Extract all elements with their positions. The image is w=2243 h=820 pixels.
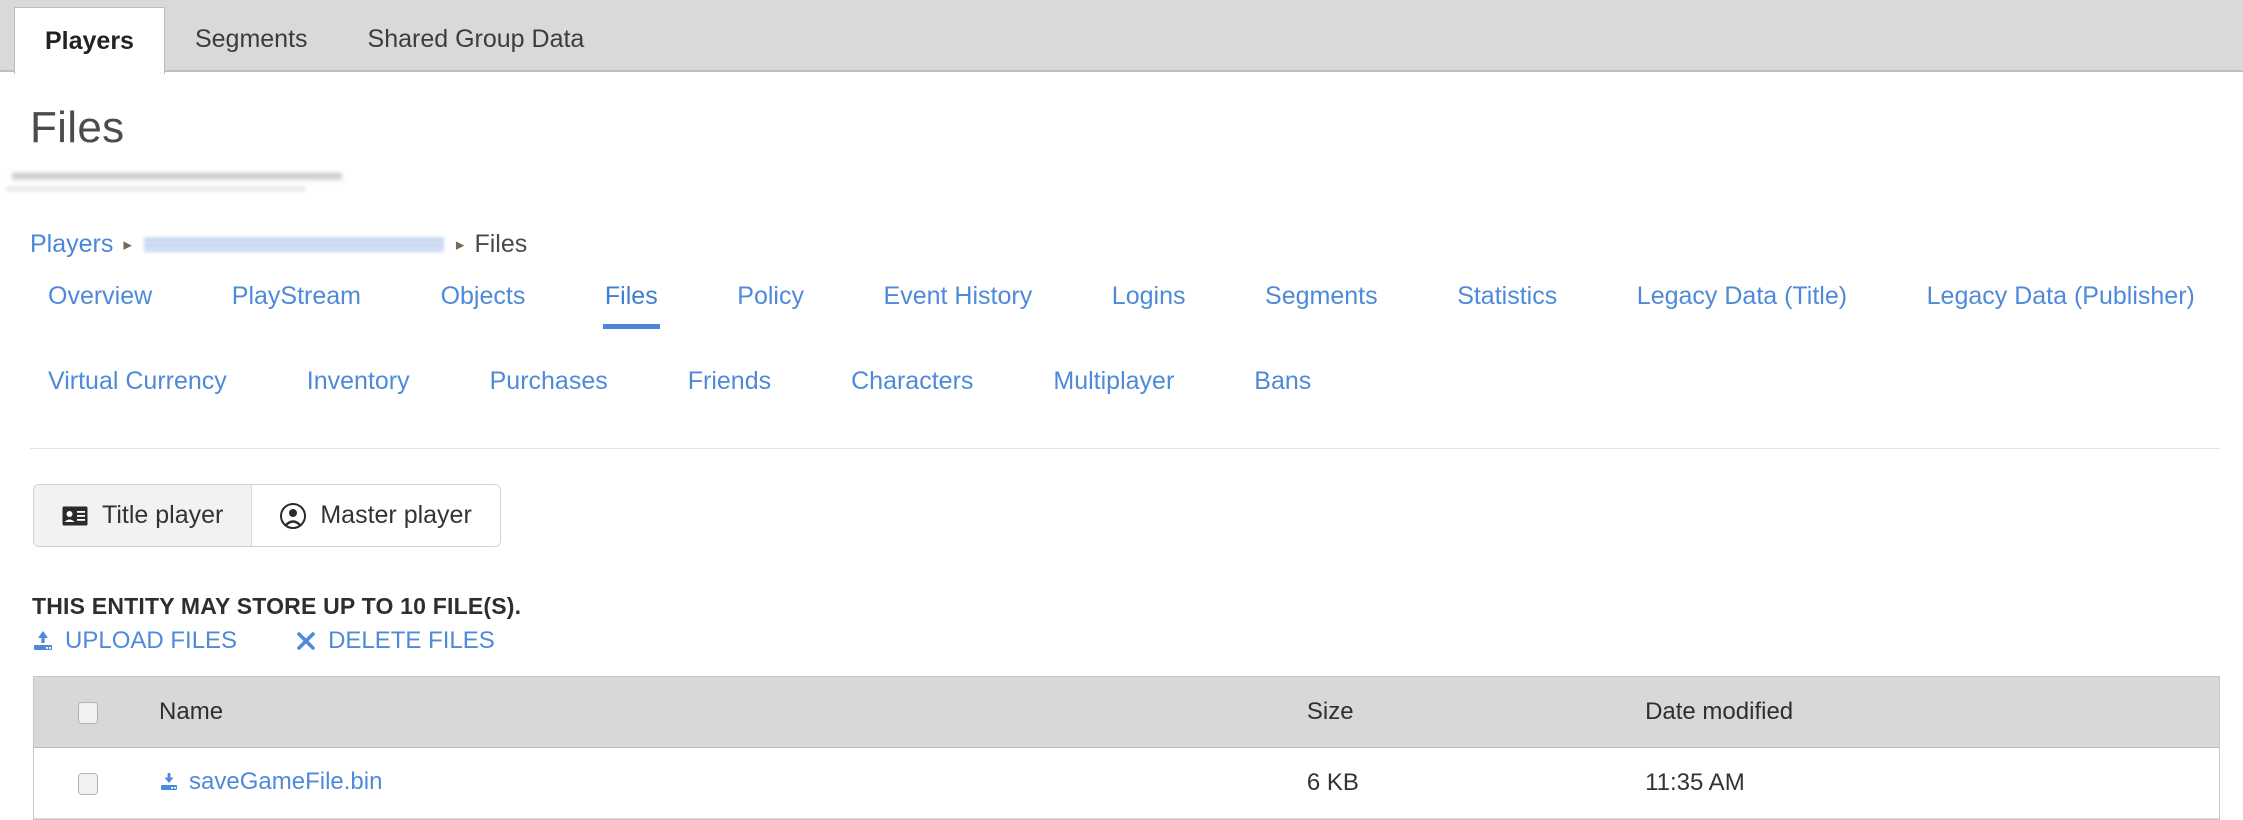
close-x-icon	[295, 630, 317, 652]
top-tab-strip: Players Segments Shared Group Data	[0, 0, 2243, 74]
subnav-item-overview-label: Overview	[48, 282, 153, 310]
page-title: Files	[30, 103, 125, 152]
tab-shared-group-data-label: Shared Group Data	[367, 25, 585, 53]
subnav-item-purchases-label: Purchases	[489, 367, 608, 395]
subnav-item-legacy-data-publisher[interactable]: Legacy Data (Publisher)	[1927, 282, 2195, 329]
subnav-item-statistics-label: Statistics	[1457, 282, 1558, 310]
files-table: Name Size Date modified saveGameFile.bin…	[33, 676, 2220, 820]
tab-segments-label: Segments	[194, 25, 308, 53]
subnav-item-files[interactable]: Files	[602, 282, 660, 329]
row-select-cell	[34, 747, 160, 819]
redacted-entity-id-bar-shadow	[6, 186, 306, 192]
file-download-link[interactable]: saveGameFile.bin	[159, 768, 382, 796]
breadcrumb-separator-icon-2: ▸	[455, 234, 465, 254]
subnav-item-legacy-data-publisher-label: Legacy Data (Publisher)	[1926, 282, 2195, 310]
download-icon	[159, 772, 179, 792]
subnav-item-inventory[interactable]: Inventory	[307, 367, 410, 414]
breadcrumb: Players ▸ ▸ Files	[30, 229, 527, 259]
subnav-item-legacy-data-title-label: Legacy Data (Title)	[1636, 282, 1848, 310]
files-table-head: Name Size Date modified	[34, 677, 2219, 748]
subnav-item-objects[interactable]: Objects	[441, 282, 526, 329]
master-player-button[interactable]: Master player	[251, 485, 500, 546]
sub-navigation-row-1: Overview PlayStream Objects Files Policy…	[0, 282, 2243, 329]
title-player-label: Title player	[102, 501, 224, 529]
files-table-header-row: Name Size Date modified	[34, 677, 2219, 748]
table-row[interactable]: saveGameFile.bin 6 KB 11:35 AM	[34, 747, 2219, 819]
title-player-button[interactable]: Title player	[34, 485, 252, 546]
subnav-item-friends[interactable]: Friends	[688, 367, 771, 414]
file-name-label: saveGameFile.bin	[189, 767, 383, 795]
tab-shared-group-data[interactable]: Shared Group Data	[338, 7, 615, 72]
subnav-item-purchases[interactable]: Purchases	[490, 367, 608, 414]
select-all-checkbox[interactable]	[78, 701, 98, 724]
tab-players[interactable]: Players	[14, 7, 165, 74]
column-header-date-modified[interactable]: Date modified	[1645, 677, 2219, 748]
files-table-body: saveGameFile.bin 6 KB 11:35 AM	[34, 747, 2219, 819]
subnav-item-policy-label: Policy	[737, 282, 804, 310]
subnav-item-statistics[interactable]: Statistics	[1457, 282, 1557, 329]
subnav-item-legacy-data-title[interactable]: Legacy Data (Title)	[1637, 282, 1847, 329]
delete-files-label: DELETE FILES	[328, 627, 495, 654]
sub-navigation-row-2: Virtual Currency Inventory Purchases Fri…	[0, 367, 2243, 414]
column-header-size[interactable]: Size	[1306, 677, 1646, 748]
subnav-item-overview[interactable]: Overview	[48, 282, 152, 329]
upload-files-label: UPLOAD FILES	[65, 627, 238, 654]
tab-segments[interactable]: Segments	[165, 7, 338, 72]
subnav-item-playstream[interactable]: PlayStream	[232, 282, 361, 329]
subnav-item-segments[interactable]: Segments	[1265, 282, 1378, 329]
row-size-cell: 6 KB	[1306, 747, 1646, 819]
subnav-item-virtual-currency[interactable]: Virtual Currency	[48, 367, 227, 414]
user-circle-icon	[280, 502, 307, 529]
subnav-item-multiplayer-label: Multiplayer	[1053, 367, 1175, 395]
subnav-item-segments-label: Segments	[1265, 282, 1378, 310]
file-actions-bar: UPLOAD FILES DELETE FILES	[32, 627, 553, 655]
subnav-item-policy[interactable]: Policy	[737, 282, 804, 329]
subnav-item-event-history-label: Event History	[883, 282, 1033, 310]
subnav-item-playstream-label: PlayStream	[231, 282, 361, 310]
subnav-item-inventory-label: Inventory	[306, 367, 410, 395]
subnav-item-multiplayer[interactable]: Multiplayer	[1053, 367, 1174, 414]
upload-icon	[32, 630, 54, 652]
redacted-entity-id-bar	[12, 172, 342, 183]
breadcrumb-item-redacted-player-id[interactable]	[143, 236, 444, 252]
top-tab-list: Players Segments Shared Group Data	[14, 7, 615, 74]
subnav-item-characters-label: Characters	[851, 367, 974, 395]
subnav-item-event-history[interactable]: Event History	[884, 282, 1033, 329]
breadcrumb-item-files: Files	[474, 229, 528, 258]
sub-navigation-divider	[30, 448, 2220, 449]
player-type-toggle: Title player Master player	[33, 484, 501, 547]
select-all-header	[34, 677, 160, 748]
sub-navigation: Overview PlayStream Objects Files Policy…	[0, 282, 2243, 414]
column-header-name[interactable]: Name	[159, 677, 1307, 748]
row-checkbox[interactable]	[78, 772, 98, 795]
subnav-item-logins-label: Logins	[1111, 282, 1186, 310]
breadcrumb-item-players[interactable]: Players	[30, 230, 113, 259]
delete-files-button[interactable]: DELETE FILES	[295, 627, 495, 655]
subnav-item-objects-label: Objects	[440, 282, 526, 310]
breadcrumb-separator-icon: ▸	[123, 234, 132, 254]
id-card-icon	[62, 503, 88, 529]
master-player-label: Master player	[320, 501, 472, 529]
tab-players-label: Players	[45, 26, 134, 55]
row-name-cell: saveGameFile.bin	[159, 747, 1307, 819]
subnav-item-logins[interactable]: Logins	[1112, 282, 1186, 329]
subnav-item-bans-label: Bans	[1254, 367, 1312, 395]
entity-storage-note: THIS ENTITY MAY STORE UP TO 10 FILE(S).	[32, 593, 522, 619]
subnav-item-characters[interactable]: Characters	[851, 367, 973, 414]
subnav-item-bans[interactable]: Bans	[1254, 367, 1311, 414]
upload-files-button[interactable]: UPLOAD FILES	[32, 627, 237, 655]
row-date-modified-cell: 11:35 AM	[1645, 747, 2219, 819]
subnav-item-friends-label: Friends	[687, 367, 772, 395]
subnav-item-virtual-currency-label: Virtual Currency	[48, 367, 227, 395]
subnav-item-files-label: Files	[604, 282, 658, 310]
